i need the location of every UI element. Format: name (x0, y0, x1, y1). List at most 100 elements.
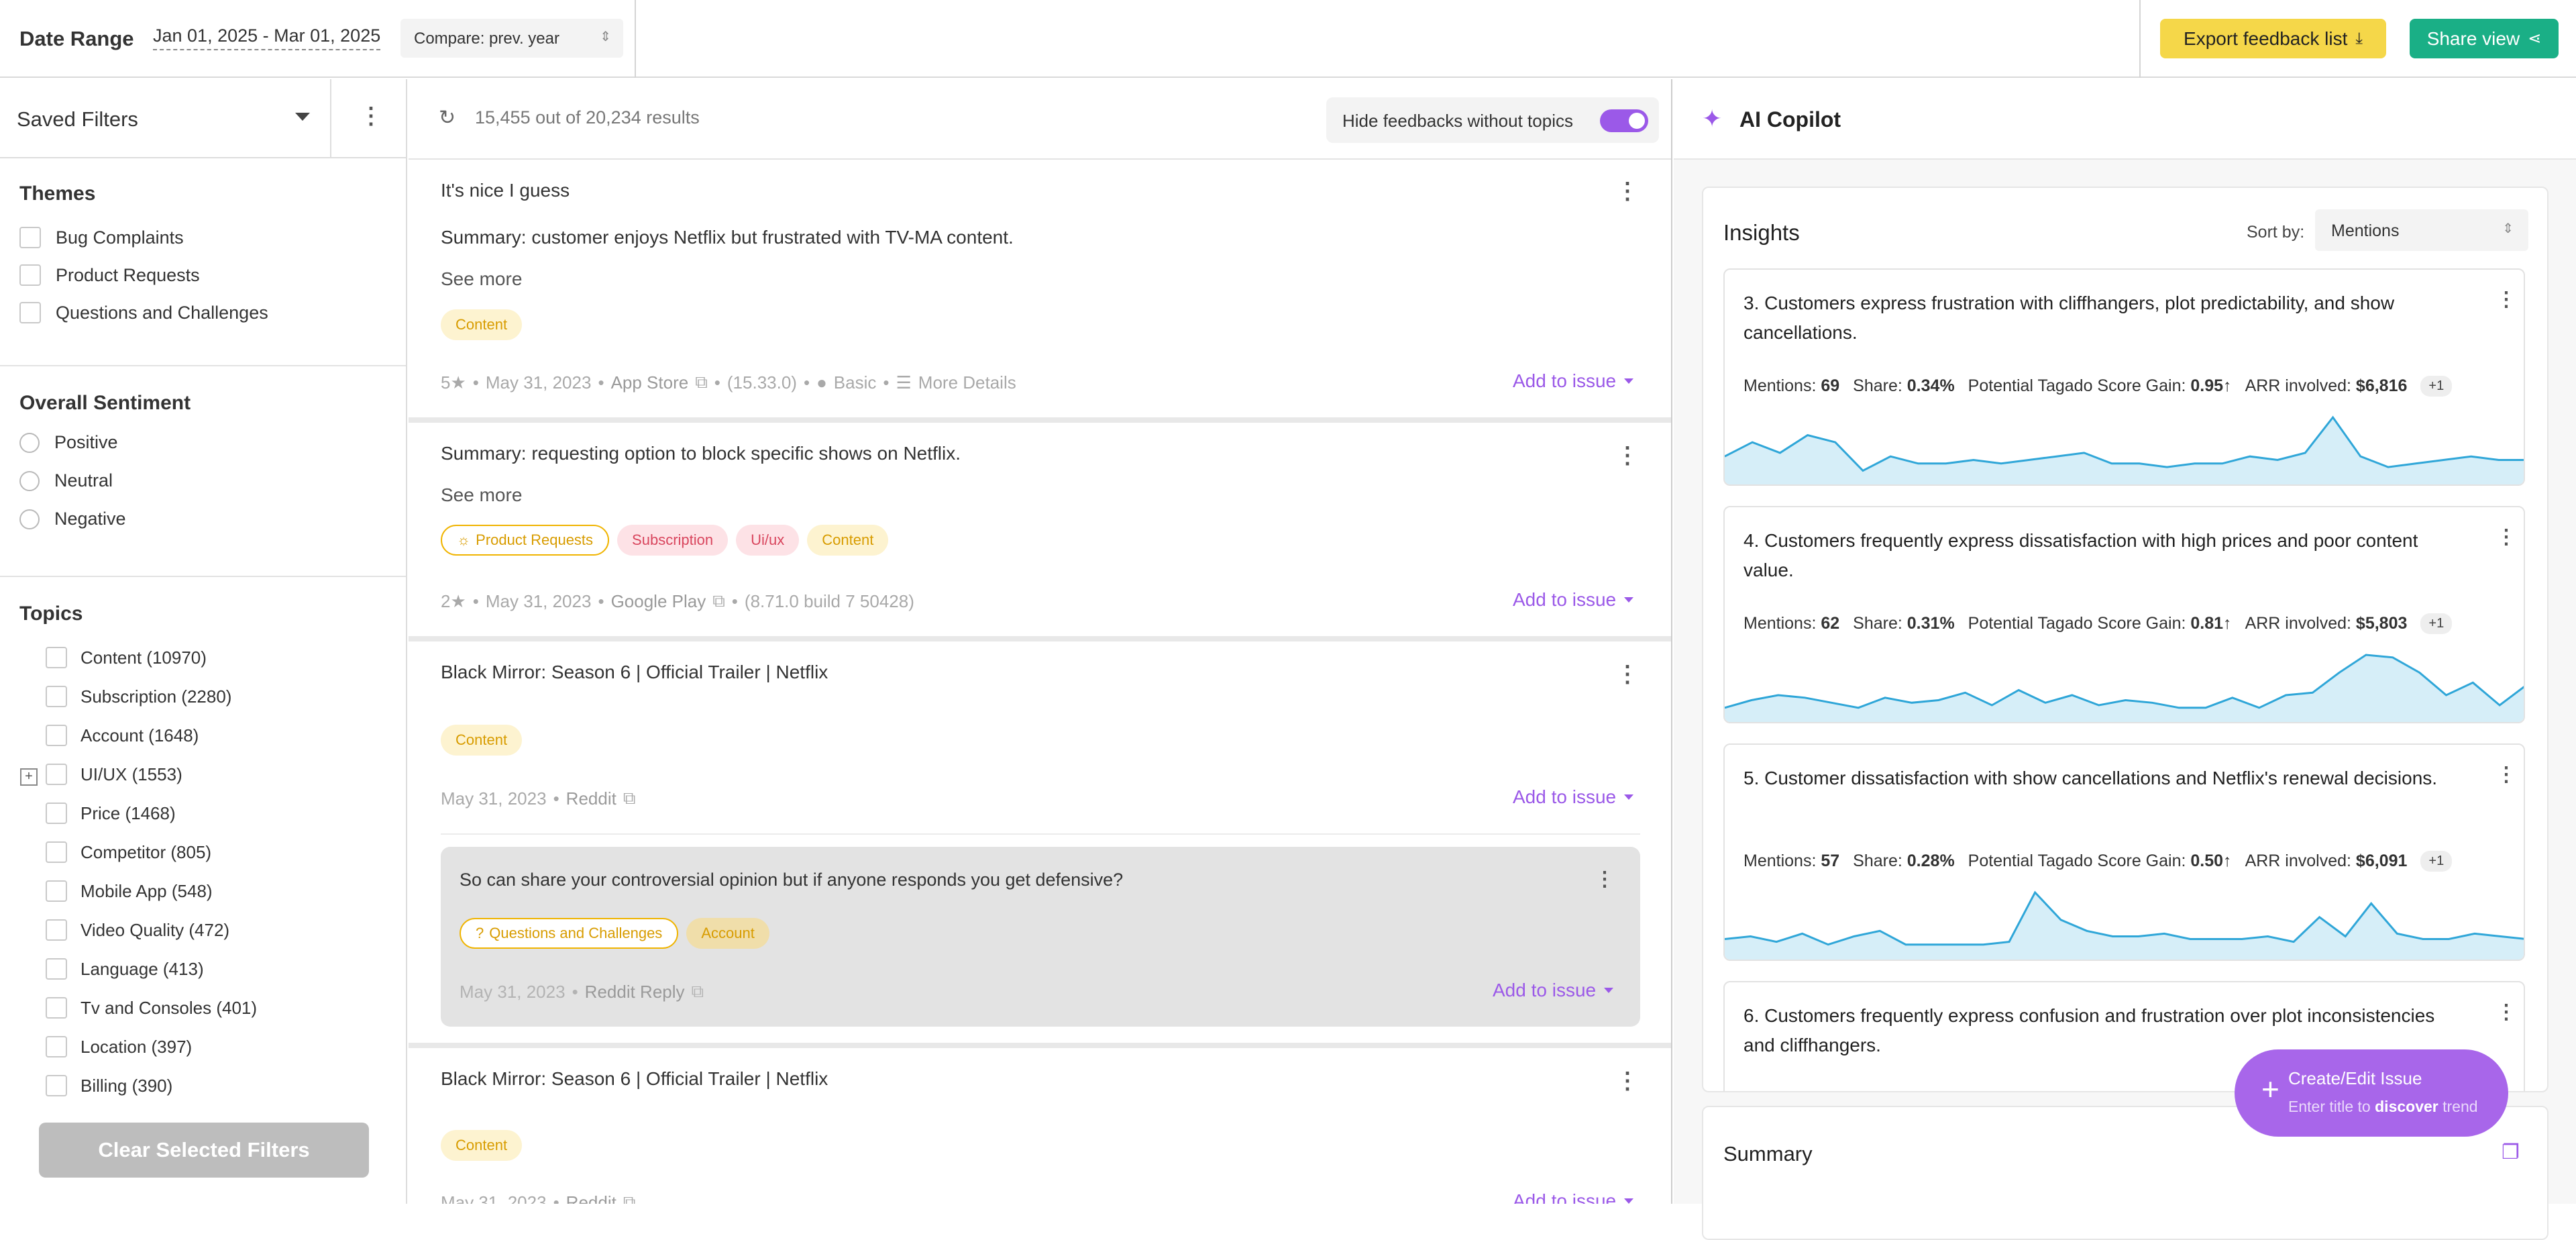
insight-card[interactable]: 4. Customers frequently express dissatis… (1723, 506, 2525, 723)
topic-option[interactable]: Price (1468) (46, 803, 176, 824)
more-vertical-icon[interactable]: ⋮ (1616, 444, 1639, 467)
extra-badge[interactable]: +1 (2420, 376, 2453, 397)
checkbox[interactable] (46, 841, 67, 863)
export-feedback-button[interactable]: Export feedback list ⤓ (2160, 19, 2386, 58)
tag-product-requests[interactable]: ☼ Product Requests (441, 525, 610, 556)
external-link-icon[interactable]: ⧉ (712, 590, 725, 612)
saved-filters-dropdown[interactable]: Saved Filters (17, 107, 138, 132)
checkbox[interactable] (46, 686, 67, 707)
tag-content[interactable]: Content (441, 309, 523, 340)
copy-icon[interactable]: ❐ (2502, 1141, 2520, 1164)
external-link-icon[interactable]: ⧉ (692, 981, 704, 1002)
topic-option[interactable]: Tv and Consoles (401) (46, 997, 257, 1019)
more-vertical-icon[interactable]: ⋮ (1616, 663, 1639, 686)
see-more-link[interactable]: See more (441, 268, 522, 290)
more-vertical-icon[interactable]: ⋮ (2496, 290, 2516, 310)
external-link-icon[interactable]: ⧉ (623, 1192, 636, 1204)
more-vertical-icon[interactable]: ⋮ (1595, 870, 1615, 890)
divider (441, 833, 1640, 835)
source-link[interactable]: Reddit Reply (585, 982, 685, 1002)
tag-content[interactable]: Content (441, 725, 523, 756)
external-link-icon[interactable]: ⧉ (623, 788, 636, 809)
topic-option[interactable]: Competitor (805) (46, 841, 211, 863)
topic-option[interactable]: Language (413) (46, 958, 204, 980)
source-link[interactable]: Reddit (566, 1192, 616, 1204)
sentiment-option[interactable]: Negative (19, 509, 126, 529)
tag-uiux[interactable]: Ui/ux (736, 525, 800, 556)
more-vertical-icon[interactable]: ⋮ (2496, 1002, 2516, 1023)
theme-option[interactable]: Product Requests (19, 264, 200, 286)
topic-option[interactable]: Video Quality (472) (46, 919, 229, 941)
theme-label: Bug Complaints (56, 227, 184, 248)
more-vertical-icon[interactable]: ⋮ (1616, 1070, 1639, 1092)
hide-feedbacks-toggle[interactable] (1600, 109, 1648, 132)
extra-badge[interactable]: +1 (2420, 851, 2453, 872)
add-to-issue-button[interactable]: Add to issue (1513, 370, 1634, 392)
sentiment-option[interactable]: Positive (19, 432, 118, 453)
checkbox[interactable] (19, 264, 41, 286)
source-link[interactable]: App Store (611, 372, 689, 393)
expand-plus-icon[interactable]: + (20, 768, 38, 786)
share-view-button[interactable]: Share view ⋖ (2410, 19, 2559, 58)
checkbox[interactable] (46, 880, 67, 902)
topic-option[interactable]: Location (397) (46, 1036, 192, 1057)
checkbox[interactable] (19, 227, 41, 248)
topic-label: Billing (390) (80, 1075, 173, 1096)
insight-card[interactable]: 5. Customer dissatisfaction with show ca… (1723, 743, 2525, 961)
checkbox[interactable] (46, 647, 67, 668)
more-details-link[interactable]: More Details (918, 372, 1016, 393)
radio[interactable] (19, 509, 40, 529)
tag-questions[interactable]: ? Questions and Challenges (460, 918, 679, 949)
checkbox[interactable] (46, 764, 67, 785)
clear-filters-button[interactable]: Clear Selected Filters (39, 1123, 369, 1178)
checkbox[interactable] (46, 725, 67, 746)
caret-down-icon[interactable] (295, 113, 310, 121)
feedback-meta: May 31, 2023 • Reddit ⧉ (441, 788, 636, 809)
checkbox[interactable] (46, 1036, 67, 1057)
add-to-issue-button[interactable]: Add to issue (1513, 1190, 1634, 1204)
topic-option[interactable]: Subscription (2280) (46, 686, 231, 707)
refresh-icon[interactable]: ↻ (439, 106, 455, 130)
topic-option[interactable]: Content (10970) (46, 647, 207, 668)
tag-subscription[interactable]: Subscription (617, 525, 729, 556)
external-link-icon[interactable]: ⧉ (695, 372, 708, 393)
checkbox[interactable] (19, 302, 41, 323)
see-more-link[interactable]: See more (441, 484, 522, 506)
sentiment-option[interactable]: Neutral (19, 470, 113, 491)
theme-option[interactable]: Bug Complaints (19, 227, 184, 248)
tag-account[interactable]: Account (686, 918, 769, 949)
add-to-issue-button[interactable]: Add to issue (1493, 980, 1614, 1001)
date-range-picker[interactable]: Jan 01, 2025 - Mar 01, 2025 (153, 25, 381, 50)
checkbox[interactable] (46, 919, 67, 941)
mentions-stat: Mentions: 62 (1743, 614, 1840, 633)
insight-stats: Mentions: 69 Share: 0.34% Potential Taga… (1743, 376, 2453, 397)
checkbox[interactable] (46, 1075, 67, 1096)
topic-option[interactable]: UI/UX (1553) (46, 764, 182, 785)
topic-option[interactable]: Mobile App (548) (46, 880, 213, 902)
source-link[interactable]: Reddit (566, 788, 616, 809)
checkbox[interactable] (46, 958, 67, 980)
topic-option[interactable]: Billing (390) (46, 1075, 172, 1096)
checkbox[interactable] (46, 803, 67, 824)
tag-content[interactable]: Content (441, 1130, 523, 1161)
topic-option[interactable]: Account (1648) (46, 725, 199, 746)
extra-badge[interactable]: +1 (2420, 613, 2453, 634)
more-vertical-icon[interactable]: ⋮ (360, 105, 382, 127)
more-vertical-icon[interactable]: ⋮ (1616, 180, 1639, 203)
add-to-issue-label: Add to issue (1513, 786, 1617, 807)
theme-option[interactable]: Questions and Challenges (19, 302, 268, 323)
more-vertical-icon[interactable]: ⋮ (2496, 765, 2516, 785)
add-to-issue-button[interactable]: Add to issue (1513, 589, 1634, 611)
insight-card[interactable]: 3. Customers express frustration with cl… (1723, 268, 2525, 486)
radio[interactable] (19, 470, 40, 491)
compare-select[interactable]: Compare: prev. year ⇕ (400, 19, 623, 58)
radio[interactable] (19, 432, 40, 453)
source-link[interactable]: Google Play (611, 591, 706, 612)
add-to-issue-button[interactable]: Add to issue (1513, 786, 1634, 808)
tag-content[interactable]: Content (807, 525, 889, 556)
more-vertical-icon[interactable]: ⋮ (2496, 527, 2516, 548)
gain-stat: Potential Tagado Score Gain: 0.81↑ (1968, 614, 2232, 633)
checkbox[interactable] (46, 997, 67, 1019)
create-edit-issue-button[interactable]: + Create/Edit Issue Enter title to disco… (2235, 1049, 2508, 1137)
sort-select[interactable]: Mentions ⇕ (2315, 209, 2528, 251)
